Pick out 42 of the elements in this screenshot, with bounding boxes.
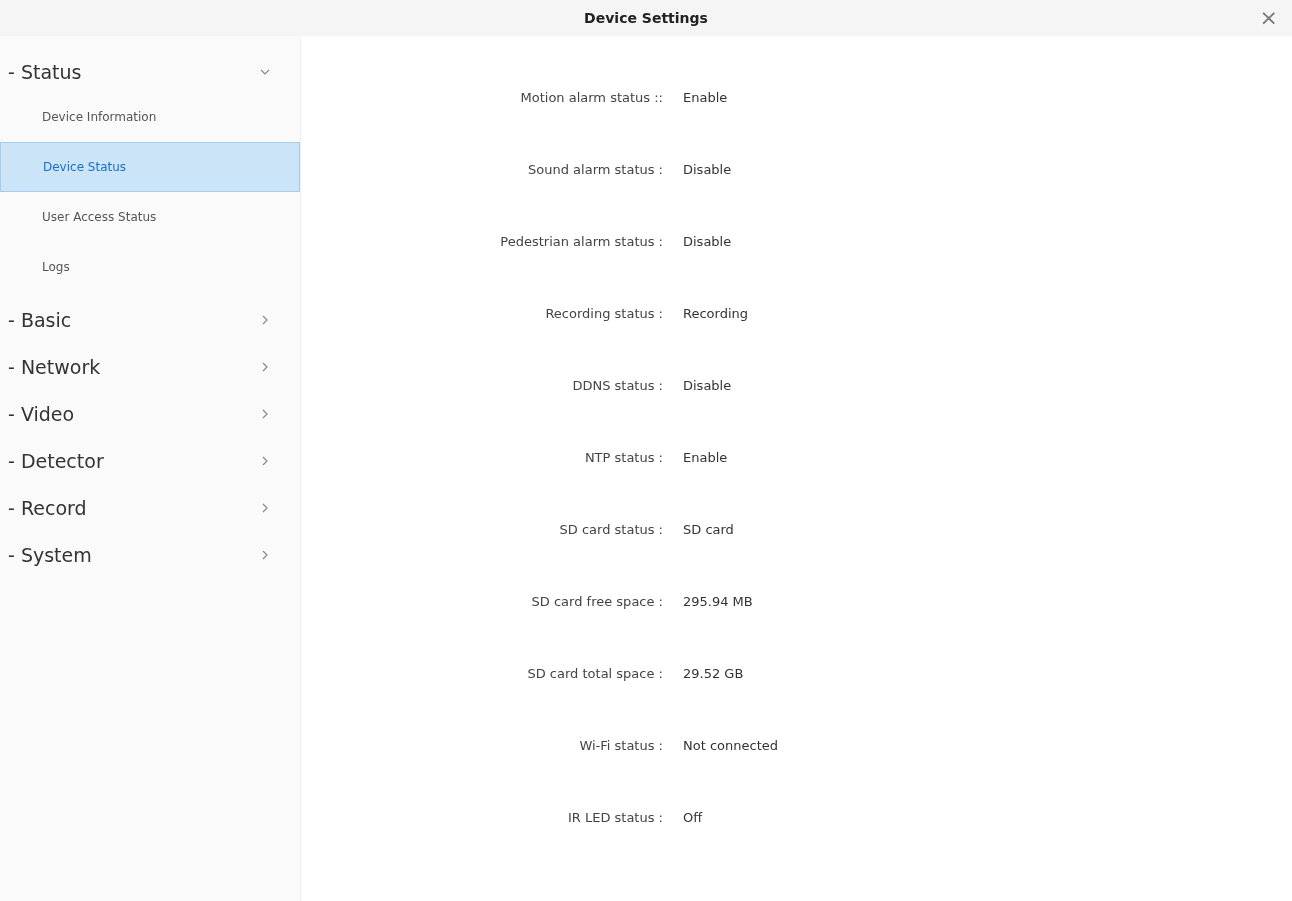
sidebar-item[interactable]: Device Status [0,142,300,192]
sidebar-group[interactable]: - Status [0,52,300,92]
field-label: Pedestrian alarm status : [499,234,664,251]
close-button[interactable]: × [1255,6,1282,30]
field-value: Enable [683,450,728,467]
chevron-down-icon [260,67,270,77]
field-value: Disable [683,378,732,395]
field-label: Recording status : [544,306,664,323]
field-label: Motion alarm status :: [519,90,664,107]
field-label: SD card status : [558,522,664,539]
chevron-right-icon [260,361,270,372]
field-value: SD card [683,522,734,539]
sidebar-item[interactable]: User Access Status [0,192,300,242]
chevron-right-icon [260,455,270,466]
field-label: IR LED status : [566,810,664,827]
field-label: SD card total space : [526,666,664,683]
window-title: Device Settings [584,10,708,26]
chevron-right-icon [260,502,270,513]
field-label: NTP status : [583,450,664,467]
sidebar-group[interactable]: - System [0,531,300,578]
field-value: 295.94 MB [683,594,753,611]
sidebar-group[interactable]: - Basic [0,296,300,343]
field-value: Not connected [683,738,778,755]
field-value: Recording [683,306,749,323]
sidebar-group[interactable]: - Network [0,343,300,390]
field-label: Wi-Fi status : [578,738,664,755]
sidebar-item[interactable]: Device Information [0,92,300,142]
field-label: DDNS status : [571,378,664,395]
field-label: SD card free space : [530,594,664,611]
field-value: Off [683,810,703,827]
chevron-right-icon [260,549,270,560]
field-label: Sound alarm status : [527,162,664,179]
sidebar-group[interactable]: - Detector [0,437,300,484]
chevron-right-icon [260,314,270,325]
sidebar-group[interactable]: - Record [0,484,300,531]
field-value: Disable [683,234,732,251]
chevron-right-icon [260,408,270,419]
field-value: Disable [683,162,732,179]
sidebar-group[interactable]: - Video [0,390,300,437]
field-value: Enable [683,90,728,107]
sidebar-item[interactable]: Logs [0,242,300,292]
field-value: 29.52 GB [683,666,744,683]
